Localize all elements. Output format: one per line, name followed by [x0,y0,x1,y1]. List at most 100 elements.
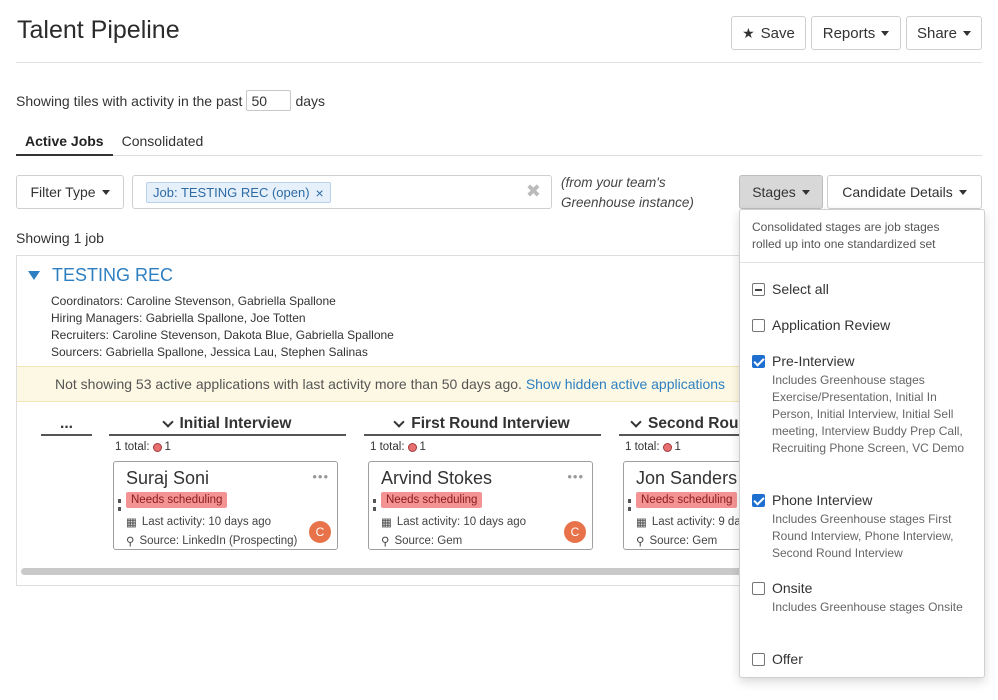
status-badge: Needs scheduling [381,492,483,508]
candidate-name[interactable]: Suraj Soni [126,468,209,489]
days-input[interactable] [246,90,292,111]
option-offer[interactable]: Offer [752,651,803,667]
option-pre-interview[interactable]: Pre-Interview Includes Greenhouse stages… [752,353,974,457]
candidate-name[interactable]: Arvind Stokes [381,468,492,489]
option-label: Pre-Interview [772,353,855,369]
caret-down-icon [101,189,110,195]
clear-icon[interactable]: ✖ [526,181,541,202]
filter-tag-label: Job: TESTING REC (open) [153,185,310,200]
status-dot-icon [662,442,672,452]
recruiters: Recruiters: Caroline Stevenson, Dakota B… [51,328,394,342]
candidate-name[interactable]: Jon Sanders [636,468,737,489]
chevron-down-icon [393,416,405,428]
location-pin-icon: ⚲ [381,536,390,548]
stage-column: First Round Interview 1 total: 1 [364,414,601,453]
dot-count: 1 [674,441,681,453]
option-select-all[interactable]: Select all [752,281,829,297]
drag-handle-icon[interactable] [628,499,631,511]
share-button[interactable]: Share [906,16,982,50]
checkbox[interactable] [752,582,765,595]
more-options-icon[interactable]: ••• [567,469,584,484]
reports-button[interactable]: Reports [811,16,901,50]
calendar-icon: ▦ [636,517,647,529]
source: ⚲ Source: LinkedIn (Prospecting) [126,534,297,548]
option-phone-interview[interactable]: Phone Interview Includes Greenhouse stag… [752,492,974,562]
avatar[interactable]: C [564,521,586,543]
more-options-icon[interactable]: ••• [312,469,329,484]
option-label: Onsite [772,580,813,596]
activity-prefix: Showing tiles with activity in the past [16,92,243,109]
stages-label: Stages [752,184,796,200]
stage-header-collapsed[interactable]: ... [41,414,92,436]
tab-consolidated[interactable]: Consolidated [113,130,213,156]
stage-column: Initial Interview 1 total: 1 [109,414,346,453]
checkbox[interactable] [752,319,765,332]
dot-count: 1 [164,441,171,453]
total-label: 1 total: [115,441,150,453]
job-panel: TESTING REC Coordinators: Caroline Steve… [16,255,776,586]
source-text: Source: LinkedIn (Prospecting) [139,535,298,547]
filter-type-button[interactable]: Filter Type [16,175,124,209]
calendar-icon: ▦ [381,517,392,529]
last-activity-text: Last activity: 10 days ago [396,516,527,528]
candidate-card[interactable]: Suraj Soni ••• Needs scheduling ▦ Last a… [113,461,338,550]
status-badge: Needs scheduling [126,492,228,508]
show-hidden-link[interactable]: Show hidden active applications [526,376,725,392]
checkbox[interactable] [752,355,765,368]
candidate-card[interactable]: Arvind Stokes ••• Needs scheduling ▦ Las… [368,461,593,550]
last-activity-text: Last activity: 10 days ago [141,516,272,528]
stage-header[interactable]: First Round Interview [364,414,601,436]
save-button[interactable]: ★ Save [731,16,806,50]
filter-tag: Job: TESTING REC (open) × [146,182,331,203]
save-label: Save [760,24,795,42]
stages-dropdown: Consolidated stages are job stages rolle… [739,209,985,678]
caret-down-icon [801,189,810,195]
checkbox[interactable] [752,283,765,296]
option-description: Includes Greenhouse stages First Round I… [772,512,954,560]
checkbox[interactable] [752,494,765,507]
candidate-details-button[interactable]: Candidate Details [827,175,982,209]
caret-down-icon [963,30,972,36]
option-description: Includes Greenhouse stages Exercise/Pres… [772,373,965,455]
collapse-triangle-icon[interactable] [28,271,40,280]
job-header[interactable]: TESTING REC [28,265,173,286]
option-label: Phone Interview [772,492,873,508]
option-onsite[interactable]: Onsite Includes Greenhouse stages Onsite [752,580,974,616]
checkbox[interactable] [752,653,765,666]
hiring-managers: Hiring Managers: Gabriella Spallone, Joe… [51,311,306,325]
stages-button[interactable]: Stages [739,175,823,209]
dot-count: 1 [419,441,426,453]
sourcers: Sourcers: Gabriella Spallone, Jessica La… [51,345,368,359]
hidden-applications-warning: Not showing 53 active applications with … [17,366,776,402]
job-name[interactable]: TESTING REC [52,265,173,286]
tab-bar: Active Jobs Consolidated [16,130,982,156]
remove-tag-icon[interactable]: × [316,185,324,201]
calendar-icon: ▦ [126,517,137,529]
filter-input[interactable]: Job: TESTING REC (open) × ✖ [132,175,552,209]
last-activity: ▦ Last activity: 10 days ago [126,515,271,529]
job-people: Coordinators: Caroline Stevenson, Gabrie… [51,293,394,361]
stage-header[interactable]: Initial Interview [109,414,346,436]
chevron-down-icon [630,416,642,428]
stage-column: ... [41,414,92,436]
share-label: Share [916,24,958,42]
chevron-down-icon [161,416,174,428]
location-pin-icon: ⚲ [126,536,135,548]
source-text: Source: Gem [394,535,463,547]
status-badge: Needs scheduling [636,492,738,508]
star-icon: ★ [742,24,755,41]
drag-handle-icon[interactable] [118,499,121,511]
stage-name: First Round Interview [411,415,570,432]
option-label: Application Review [772,317,891,333]
caret-down-icon [881,30,890,36]
option-label: Select all [772,281,829,297]
drag-handle-icon[interactable] [373,499,376,511]
horizontal-scrollbar[interactable] [21,568,776,575]
coordinators: Coordinators: Caroline Stevenson, Gabrie… [51,294,336,308]
showing-count: Showing 1 job [16,230,104,246]
total-label: 1 total: [370,441,405,453]
option-application-review[interactable]: Application Review [752,317,890,333]
activity-suffix: days [295,92,326,109]
tab-active-jobs[interactable]: Active Jobs [16,130,113,156]
avatar[interactable]: C [309,521,331,543]
